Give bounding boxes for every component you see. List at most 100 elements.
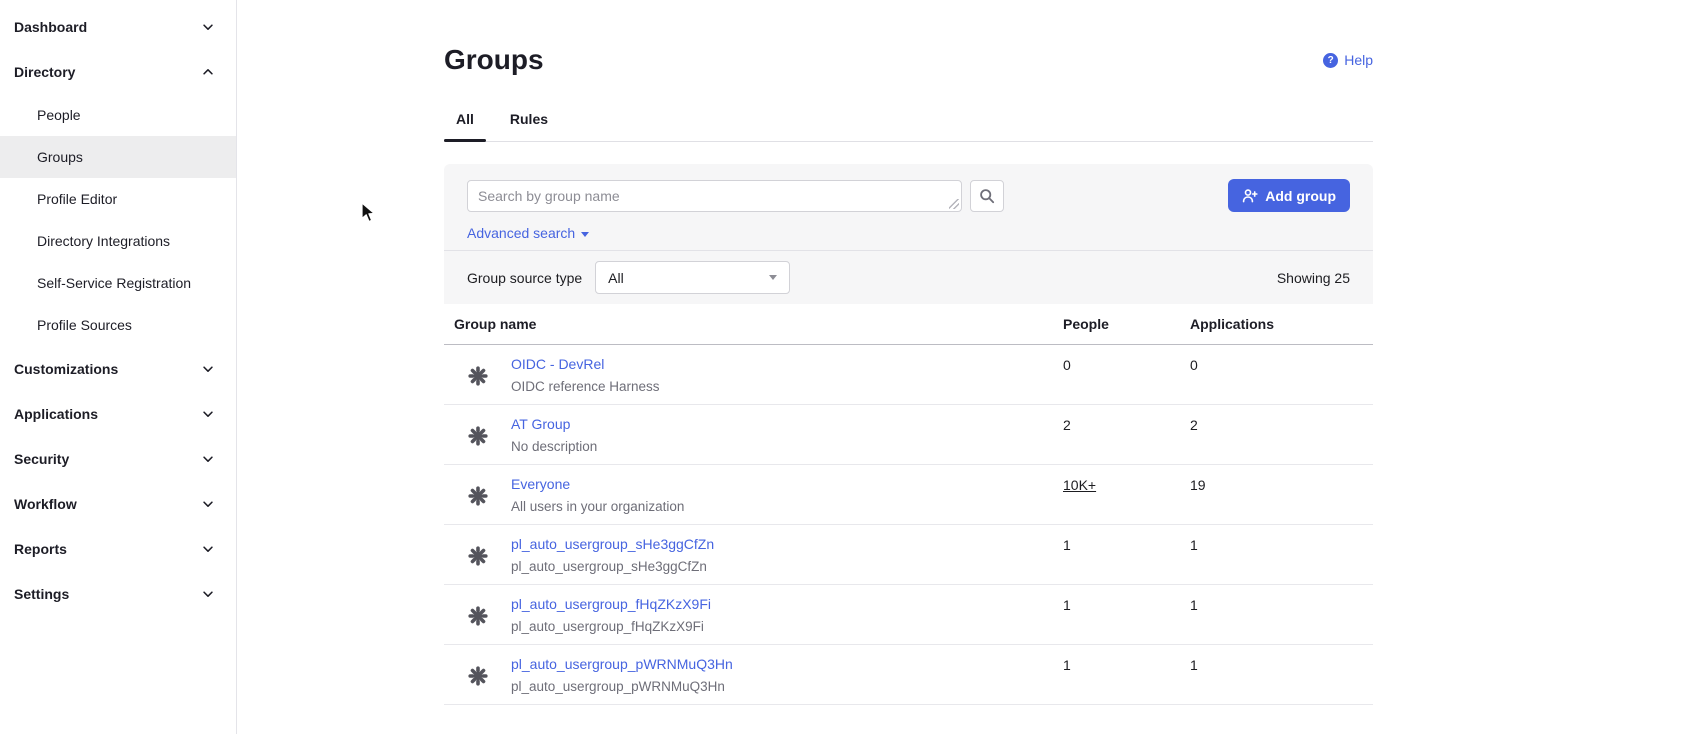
- sidebar-item-label: Customizations: [14, 361, 118, 377]
- group-name-link[interactable]: pl_auto_usergroup_sHe3ggCfZn: [511, 536, 714, 553]
- group-icon: [468, 546, 488, 566]
- main-area: Groups ? Help All Rules: [237, 0, 1373, 734]
- people-cell: 2: [1063, 405, 1190, 465]
- column-header-applications[interactable]: Applications: [1190, 304, 1373, 345]
- group-name-cell: AT Group No description: [444, 405, 1063, 465]
- sidebar-item-directory-integrations[interactable]: Directory Integrations: [0, 220, 236, 262]
- group-description: pl_auto_usergroup_pWRNMuQ3Hn: [511, 678, 733, 695]
- group-icon: [468, 426, 488, 446]
- sidebar-item-dashboard[interactable]: Dashboard: [0, 4, 236, 49]
- sidebar-item-directory[interactable]: Directory: [0, 49, 236, 94]
- sidebar-item-label: Directory: [14, 64, 75, 80]
- tab-label: Rules: [510, 111, 548, 127]
- search-button[interactable]: [970, 180, 1004, 212]
- column-header-people[interactable]: People: [1063, 304, 1190, 345]
- applications-cell: 1: [1190, 645, 1373, 705]
- filter-row: Group source type All Showing 25: [444, 250, 1373, 304]
- chevron-down-icon: [201, 452, 215, 466]
- sidebar-item-label: Applications: [14, 406, 98, 422]
- add-user-icon: [1242, 188, 1258, 204]
- tab-rules[interactable]: Rules: [498, 111, 560, 141]
- column-header-group-name[interactable]: Group name: [444, 304, 1063, 345]
- applications-cell: 19: [1190, 465, 1373, 525]
- sidebar-item-profile-sources[interactable]: Profile Sources: [0, 304, 236, 346]
- groups-table-body: OIDC - DevRel OIDC reference Harness 0 0: [444, 345, 1373, 705]
- applications-cell: 0: [1190, 345, 1373, 405]
- sidebar-item-customizations[interactable]: Customizations: [0, 346, 236, 391]
- group-description: pl_auto_usergroup_fHqZKzX9Fi: [511, 618, 711, 635]
- sidebar-item-applications[interactable]: Applications: [0, 391, 236, 436]
- advanced-search-link[interactable]: Advanced search: [467, 225, 589, 242]
- people-count-link[interactable]: 10K+: [1063, 476, 1096, 494]
- sidebar-item-label: Reports: [14, 541, 67, 557]
- group-name-link[interactable]: AT Group: [511, 416, 570, 433]
- table-row: Everyone All users in your organization …: [444, 465, 1373, 525]
- applications-count: 0: [1190, 356, 1198, 374]
- help-icon: ?: [1323, 53, 1338, 68]
- chevron-down-icon: [201, 65, 215, 79]
- people-count: 0: [1063, 356, 1071, 374]
- group-name-link[interactable]: OIDC - DevRel: [511, 356, 604, 373]
- search-filter-panel: Add group Advanced search Group source t…: [444, 164, 1373, 304]
- applications-cell: 1: [1190, 525, 1373, 585]
- sidebar-item-people[interactable]: People: [0, 94, 236, 136]
- group-name-link[interactable]: Everyone: [511, 476, 570, 493]
- people-count: 1: [1063, 656, 1071, 674]
- people-count: 2: [1063, 416, 1071, 434]
- sidebar-item-self-service-registration[interactable]: Self-Service Registration: [0, 262, 236, 304]
- group-name-cell: pl_auto_usergroup_sHe3ggCfZn pl_auto_use…: [444, 525, 1063, 585]
- group-description: All users in your organization: [511, 498, 684, 515]
- people-cell: 1: [1063, 585, 1190, 645]
- add-group-button[interactable]: Add group: [1228, 179, 1350, 212]
- people-count: 1: [1063, 536, 1071, 554]
- groups-table: Group name People Applications: [444, 304, 1373, 705]
- search-input[interactable]: [467, 180, 962, 212]
- group-name-cell: pl_auto_usergroup_fHqZKzX9Fi pl_auto_use…: [444, 585, 1063, 645]
- sidebar-item-security[interactable]: Security: [0, 436, 236, 481]
- group-name-link[interactable]: pl_auto_usergroup_pWRNMuQ3Hn: [511, 656, 733, 673]
- mouse-cursor: [361, 202, 381, 224]
- group-name-cell: Everyone All users in your organization: [444, 465, 1063, 525]
- group-source-type-select[interactable]: All: [595, 261, 790, 294]
- sidebar-nav: Dashboard Directory People Groups Profil…: [0, 4, 236, 616]
- tab-all[interactable]: All: [444, 111, 486, 141]
- group-icon: [468, 486, 488, 506]
- sidebar-subitem-label: Groups: [37, 149, 83, 165]
- sidebar-item-profile-editor[interactable]: Profile Editor: [0, 178, 236, 220]
- group-icon: [468, 666, 488, 686]
- sidebar-item-label: Workflow: [14, 496, 77, 512]
- group-source-type-label: Group source type: [467, 270, 582, 286]
- sidebar-item-label: Dashboard: [14, 19, 87, 35]
- page-header: Groups ? Help: [444, 43, 1373, 77]
- table-row: AT Group No description 2 2: [444, 405, 1373, 465]
- sidebar-subitem-label: Profile Sources: [37, 317, 132, 333]
- search-input-wrap: [467, 180, 962, 212]
- sidebar-item-reports[interactable]: Reports: [0, 526, 236, 571]
- chevron-down-icon: [201, 542, 215, 556]
- group-icon: [468, 366, 488, 386]
- table-row: pl_auto_usergroup_sHe3ggCfZn pl_auto_use…: [444, 525, 1373, 585]
- select-value: All: [608, 270, 624, 286]
- group-name-link[interactable]: pl_auto_usergroup_fHqZKzX9Fi: [511, 596, 711, 613]
- sidebar-item-settings[interactable]: Settings: [0, 571, 236, 616]
- sidebar-subitem-label: Self-Service Registration: [37, 275, 191, 291]
- people-cell: 1: [1063, 645, 1190, 705]
- sidebar-item-groups[interactable]: Groups: [0, 136, 236, 178]
- group-icon: [468, 606, 488, 626]
- chevron-down-icon: [201, 497, 215, 511]
- page-title: Groups: [444, 43, 544, 77]
- chevron-down-icon: [201, 407, 215, 421]
- search-icon: [979, 188, 995, 204]
- showing-count: Showing 25: [1277, 270, 1350, 286]
- people-count: 1: [1063, 596, 1071, 614]
- caret-down-icon: [769, 275, 777, 280]
- group-description: No description: [511, 438, 597, 455]
- group-description: OIDC reference Harness: [511, 378, 660, 395]
- help-label: Help: [1344, 52, 1373, 68]
- sidebar: Dashboard Directory People Groups Profil…: [0, 0, 237, 734]
- sidebar-item-workflow[interactable]: Workflow: [0, 481, 236, 526]
- applications-count: 1: [1190, 656, 1198, 674]
- help-link[interactable]: ? Help: [1323, 52, 1373, 68]
- advanced-search-label: Advanced search: [467, 225, 575, 242]
- applications-count: 1: [1190, 536, 1198, 554]
